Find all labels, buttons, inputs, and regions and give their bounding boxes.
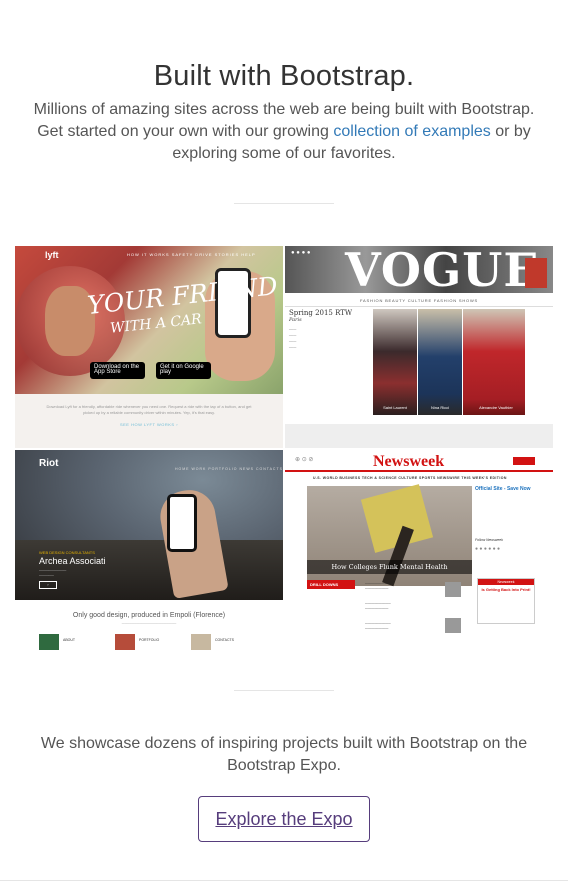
vogue-caption-2: Nina Ricci [430,405,449,410]
vogue-photo-2 [418,309,462,415]
vogue-logo: VOGUE [345,246,540,297]
vogue-photo-3 [463,309,525,415]
vogue-subheading: Paris [289,317,302,323]
showcase-vogue[interactable]: ● ● ● ● VOGUE FASHION BEAUTY CULTURE FAS… [285,246,553,448]
riot-hero: Riot HOME WORK PORTFOLIO NEWS CONTACTS W… [15,450,283,600]
vogue-bottom-strip [285,424,553,448]
lyft-more-link: SEE HOW LYFT WORKS › [119,422,179,427]
page: Built with Bootstrap. Millions of amazin… [0,0,568,883]
riot-details-button: › [39,581,57,589]
riot-tile-label-2: PORTFOLIO [139,638,160,642]
riot-phone-image [167,494,197,552]
newsweek-headline: How Colleges Flunk Mental Health [307,560,472,574]
riot-tagline: Only good design, produced in Empoli (Fl… [72,612,226,619]
vogue-social-icons: ● ● ● ● [291,250,311,256]
showcase-text: We showcase dozens of inspiring projects… [40,735,528,774]
riot-tile-2 [115,634,135,650]
lyft-nav: HOW IT WORKS SAFETY DRIVE STORIES HELP [127,252,256,257]
vogue-cover-image [525,258,547,288]
riot-nav: HOME WORK PORTFOLIO NEWS CONTACTS [175,467,283,471]
section-title: Built with Bootstrap. [153,60,415,92]
vogue-caption-1: Saint Laurent [383,405,407,410]
riot-eyebrow: WEB DESIGN CONSULTANTS [39,550,95,555]
newsweek-thumb-1 [445,582,461,597]
riot-tile-1 [39,634,59,650]
divider-top [234,203,334,204]
riot-tile-label-1: ABOUT [63,638,76,642]
vogue-banner: ● ● ● ● VOGUE [285,246,553,293]
newsweek-follow: Follow Newsweek [475,538,504,542]
newsweek-social-icons: ● ● ● ● ● ● [475,546,501,552]
riot-project-name: Archea Associati [39,556,106,566]
vogue-heading: Spring 2015 RTW [289,309,353,317]
vogue-side-links: ─── ─── ─── ─── [289,327,297,350]
newsweek-ad: Official Site - Save Now [475,486,535,492]
vogue-caption-3: Alexandre Vauthier [479,405,513,410]
app-store-badge: Download on the App Store [90,362,145,379]
newsweek-ad-title: Official Site - Save Now [475,486,531,492]
newsweek-story-2: ─────────── ────────── [365,602,391,611]
showcase-riot[interactable]: Riot HOME WORK PORTFOLIO NEWS CONTACTS W… [15,450,283,650]
newsweek-thumb-2 [445,618,461,633]
section-lead: Millions of amazing sites across the web… [20,99,548,165]
divider-bottom [234,690,334,691]
showcase-grid: lyft HOW IT WORKS SAFETY DRIVE STORIES H… [15,246,553,650]
google-play-badge: Get it on Google play [156,362,211,379]
newsweek-story-1: ─────────── ────────── [365,582,391,591]
lyft-footer-text: Download Lyft for a friendly, affordable… [46,404,252,415]
showcase-lyft[interactable]: lyft HOW IT WORKS SAFETY DRIVE STORIES H… [15,246,283,448]
newsweek-promo-text: Is Getting Back Into Print! [481,587,531,592]
lyft-hero: lyft HOW IT WORKS SAFETY DRIVE STORIES H… [15,246,283,394]
explore-expo-button[interactable]: Explore the Expo [198,796,370,842]
newsweek-logo: Newsweek [373,453,445,470]
lyft-logo: lyft [45,250,59,260]
newsweek-section: DRILL DOWNS [307,580,355,589]
newsweek-menu: U.S. WORLD BUSINESS TECH & SCIENCE CULTU… [313,476,507,480]
newsweek-header: ⊕ ⊙ ⊘ Newsweek [285,450,553,472]
section-bottom-border [0,880,568,881]
newsweek-promo-header: Newsweek [478,579,534,585]
showcase-newsweek[interactable]: ⊕ ⊙ ⊘ Newsweek U.S. WORLD BUSINESS TECH … [285,450,553,650]
examples-link[interactable]: collection of examples [333,123,490,140]
newsweek-promo: Newsweek Is Getting Back Into Print! [477,578,535,624]
newsweek-icons: ⊕ ⊙ ⊘ [295,457,314,463]
newsweek-subscribe [513,457,535,465]
newsweek-story-3: ─────────── ────────── [365,622,391,631]
riot-tagline-sub: ────────────────────── [121,622,177,626]
riot-tile-3 [191,634,211,650]
vogue-menu: FASHION BEAUTY CULTURE FASHION SHOWS [285,293,553,307]
vogue-sidebar: Spring 2015 RTW Paris ─── ─── ─── ─── [289,309,369,414]
vogue-photo-1 [373,309,417,415]
riot-logo: Riot [39,458,59,469]
riot-tile-label-3: CONTACTS [215,638,234,642]
riot-project-desc: ─────────── ────── [39,569,67,578]
